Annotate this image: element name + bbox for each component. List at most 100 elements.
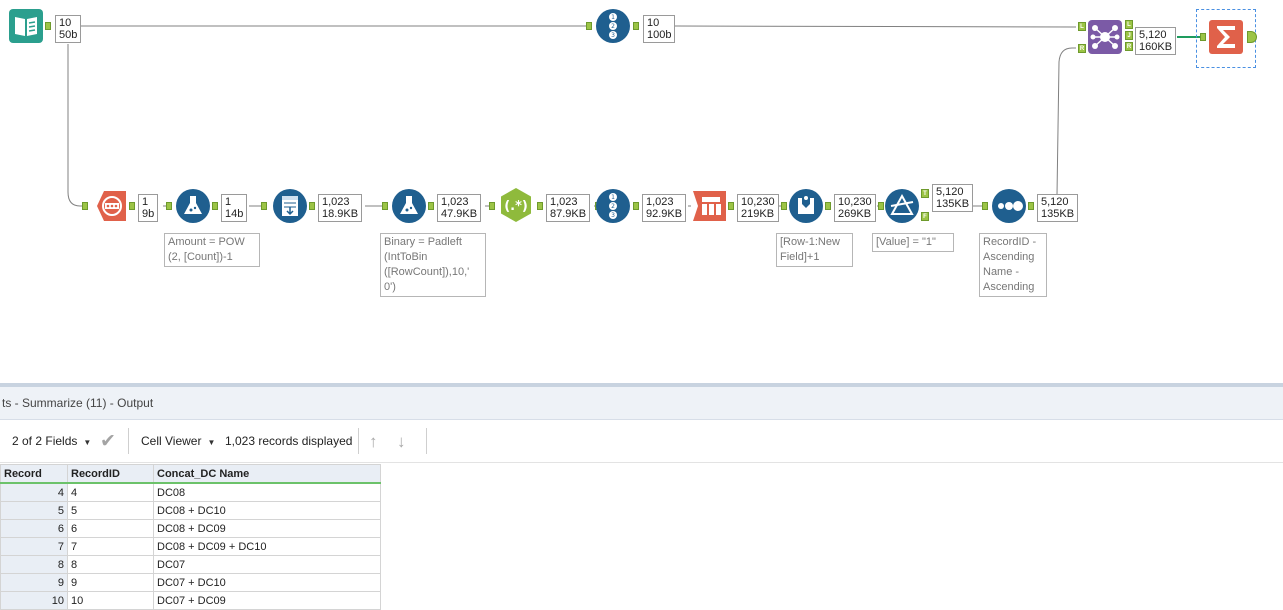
table-row[interactable]: 8 8 DC07 [0,555,381,574]
join-right-output-anchor[interactable]: R [1125,42,1133,51]
table-row[interactable]: 10 10 DC07 + DC09 [0,591,381,610]
concat-dc-name-cell[interactable]: DC07 [153,555,381,574]
column-header-record[interactable]: Record [0,464,68,484]
join-icon [1088,20,1122,54]
append-input-anchor[interactable] [261,202,267,210]
recordid2-output-anchor[interactable] [633,202,639,210]
sort-output-anchor[interactable] [1028,202,1034,210]
workflow-canvas[interactable]: 10 50b 1 2 3 10 100b L R L J R 5,120 160KB [0,0,1283,383]
filter-tool[interactable] [884,188,920,224]
join-record-badge: 5,120 160KB [1135,27,1177,55]
regex-tool[interactable]: (.*) [498,187,534,223]
fields-dropdown[interactable]: 2 of 2 Fields ▼ [12,434,91,448]
checkmark-icon: ✔ [100,431,116,452]
summarize-input-anchor[interactable] [1200,33,1206,41]
scroll-down-button[interactable]: ↓ [397,432,406,452]
formula2-input-anchor[interactable] [382,202,388,210]
record-id-tool-2[interactable]: 1 2 3 [595,188,631,224]
record-id-tool-top[interactable]: 1 2 3 [595,8,631,44]
filter-record-badge: 5,120 135KB [932,184,974,212]
record-number-cell: 7 [0,537,68,556]
record-number-cell: 10 [0,591,68,610]
concat-dc-name-cell[interactable]: DC08 + DC09 + DC10 [153,537,381,556]
recordid-cell[interactable]: 6 [67,519,154,538]
arrow-down-icon: ↓ [397,432,406,451]
results-toolbar: 2 of 2 Fields ▼ ✔ Cell Viewer ▼ 1,023 reco… [0,420,1283,463]
formula1-output-anchor[interactable] [212,202,218,210]
scroll-up-button[interactable]: ↑ [369,432,378,452]
recordid-cell[interactable]: 7 [67,537,154,556]
join-left-input-anchor[interactable]: L [1078,22,1086,31]
append-fields-icon [273,189,307,223]
chevron-down-icon: ▼ [207,438,216,447]
concat-dc-name-cell[interactable]: DC08 [153,482,381,502]
input-data-tool[interactable] [8,8,44,44]
formula2-annotation: Binary = Padleft (IntToBin ([RowCount]),10… [380,233,486,297]
column-header-concat-dc-name[interactable]: Concat_DC Name [153,464,381,484]
generate-rows-icon [97,191,126,221]
recordid-top-input-anchor[interactable] [586,22,592,30]
formula-flask-icon [176,189,210,223]
table-row[interactable]: 9 9 DC07 + DC10 [0,573,381,592]
multirow-input-anchor[interactable] [781,202,787,210]
table-row[interactable]: 5 5 DC08 + DC10 [0,501,381,520]
generate-rows-tool[interactable] [92,188,128,224]
text-to-columns-output-anchor[interactable] [728,202,734,210]
fields-dropdown-label: 2 of 2 Fields [12,434,78,448]
formula-flask-icon [392,189,426,223]
apply-checkmark-button[interactable]: ✔ [100,430,116,453]
record-number-cell: 6 [0,519,68,538]
input-output-anchor[interactable] [45,22,51,30]
text-to-columns-record-badge: 10,230 219KB [737,194,779,222]
multirow-annotation: [Row-1:New Field]+1 [776,233,853,267]
results-pane: ts - Summarize (11) - Output 2 of 2 Fiel… [0,387,1283,610]
regex-output-anchor[interactable] [537,202,543,210]
append-output-anchor[interactable] [309,202,315,210]
join-right-input-anchor[interactable]: R [1078,44,1086,53]
join-left-output-anchor[interactable]: L [1125,20,1133,29]
append-fields-tool[interactable] [272,188,308,224]
summarize-tool[interactable] [1208,19,1244,55]
regex-input-anchor[interactable] [489,202,495,210]
concat-dc-name-cell[interactable]: DC07 + DC10 [153,573,381,592]
svg-text:1: 1 [611,14,615,21]
table-row[interactable]: 6 6 DC08 + DC09 [0,519,381,538]
recordid-cell[interactable]: 4 [67,482,154,502]
toolbar-separator [358,428,359,454]
viewer-dropdown[interactable]: Cell Viewer ▼ [141,434,215,448]
multirow-output-anchor[interactable] [825,202,831,210]
formula1-input-anchor[interactable] [166,202,172,210]
recordid-top-output-anchor[interactable] [633,22,639,30]
text-to-columns-tool[interactable] [692,188,728,224]
table-row[interactable]: 7 7 DC08 + DC09 + DC10 [0,537,381,556]
append-record-badge: 1,023 18.9KB [318,194,363,222]
recordid-cell[interactable]: 9 [67,573,154,592]
multi-row-formula-tool[interactable] [788,188,824,224]
sort-input-anchor[interactable] [982,202,988,210]
generate-rows-input-anchor[interactable] [82,202,88,210]
recordid-cell[interactable]: 8 [67,555,154,574]
sort-annotation: RecordID - Ascending Name - Ascending [979,233,1047,297]
join-join-output-anchor[interactable]: J [1125,31,1133,40]
formula-tool-1[interactable] [175,188,211,224]
formula1-annotation: Amount = POW (2, [Count])-1 [164,233,260,267]
join-tool[interactable] [1087,19,1123,55]
sort-tool[interactable] [991,188,1027,224]
concat-dc-name-cell[interactable]: DC08 + DC10 [153,501,381,520]
recordid-cell[interactable]: 5 [67,501,154,520]
concat-dc-name-cell[interactable]: DC07 + DC09 [153,591,381,610]
chevron-down-icon: ▼ [83,438,92,447]
record-number-cell: 9 [0,573,68,592]
generate-rows-output-anchor[interactable] [129,202,135,210]
text-to-columns-icon [693,191,726,221]
formula2-output-anchor[interactable] [428,202,434,210]
filter-false-output-anchor[interactable]: F [921,212,929,221]
concat-dc-name-cell[interactable]: DC08 + DC09 [153,519,381,538]
table-row[interactable]: 4 4 DC08 [0,482,381,502]
recordid-cell[interactable]: 10 [67,591,154,610]
formula-tool-2[interactable] [391,188,427,224]
formula2-record-badge: 1,023 47.9KB [437,194,482,222]
column-header-recordid[interactable]: RecordID [67,464,154,484]
filter-true-output-anchor[interactable]: T [921,189,929,198]
recordid-top-record-badge: 10 100b [643,15,676,43]
